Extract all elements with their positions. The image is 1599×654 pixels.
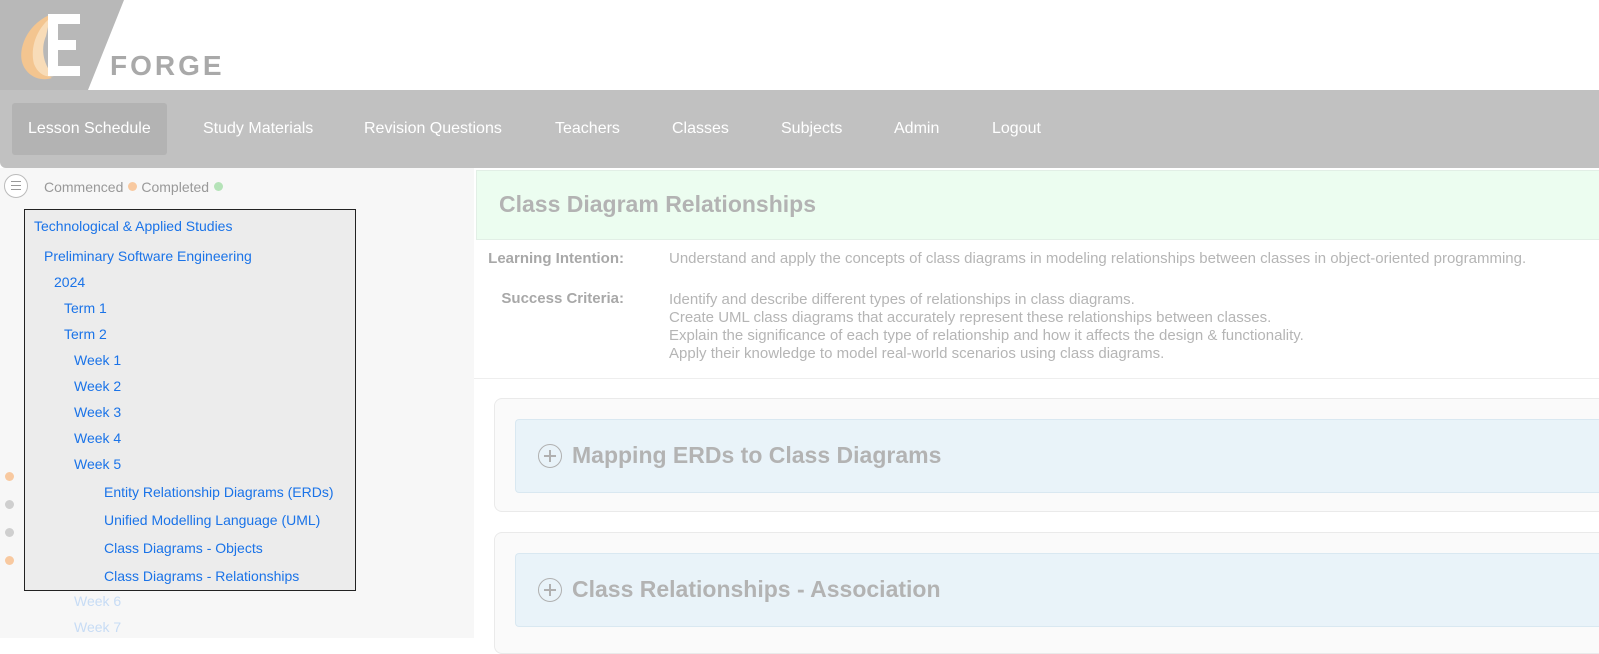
forge-logo[interactable]: FORGE xyxy=(0,0,250,90)
lesson-title: Class Diagram Relationships xyxy=(499,191,816,217)
section-card: Mapping ERDs to Class Diagrams xyxy=(494,398,1599,512)
tree-week-5[interactable]: Week 5 xyxy=(74,456,121,472)
tree-term-1[interactable]: Term 1 xyxy=(64,300,107,316)
section-title: Class Relationships - Association xyxy=(572,576,941,602)
success-criteria-list: Identify and describe different types of… xyxy=(669,291,1304,363)
learning-intention-label: Learning Intention: xyxy=(488,250,624,267)
tree-lesson-uml[interactable]: Unified Modelling Language (UML) xyxy=(104,512,320,528)
nav-admin[interactable]: Admin xyxy=(878,103,955,155)
tree-week-1[interactable]: Week 1 xyxy=(74,352,121,368)
brand-name: FORGE xyxy=(110,50,225,81)
tree-lesson-erds[interactable]: Entity Relationship Diagrams (ERDs) xyxy=(104,484,334,500)
course-tree: Technological & Applied Studies Prelimin… xyxy=(24,209,356,591)
status-dot-commenced xyxy=(5,472,14,481)
tree-faculty[interactable]: Technological & Applied Studies xyxy=(34,218,232,234)
success-criteria-label: Success Criteria: xyxy=(501,290,624,307)
tree-course[interactable]: Preliminary Software Engineering xyxy=(44,248,252,264)
status-dot-none xyxy=(5,500,14,509)
status-legend: Commenced Completed xyxy=(44,179,227,195)
status-dot-none xyxy=(5,528,14,537)
nav-lesson-schedule[interactable]: Lesson Schedule xyxy=(12,103,167,155)
nav-revision-questions[interactable]: Revision Questions xyxy=(348,103,518,155)
tree-lesson-class-relationships[interactable]: Class Diagrams - Relationships xyxy=(104,568,299,584)
tree-week-7[interactable]: Week 7 xyxy=(74,619,121,635)
app-header: FORGE xyxy=(0,0,1599,90)
section-card: Class Relationships - Association xyxy=(494,532,1599,654)
expand-plus-icon[interactable] xyxy=(538,578,562,602)
tree-week-2[interactable]: Week 2 xyxy=(74,378,121,394)
expand-plus-icon[interactable] xyxy=(538,444,562,468)
legend-commenced-label: Commenced xyxy=(44,179,124,195)
completed-dot-icon xyxy=(214,182,224,191)
success-criterion: Explain the significance of each type of… xyxy=(669,327,1304,344)
section-header-mapping-erds[interactable]: Mapping ERDs to Class Diagrams xyxy=(515,419,1599,493)
tree-term-2[interactable]: Term 2 xyxy=(64,326,107,342)
nav-classes[interactable]: Classes xyxy=(656,103,745,155)
section-header-association[interactable]: Class Relationships - Association xyxy=(515,553,1599,627)
nav-teachers[interactable]: Teachers xyxy=(539,103,636,155)
nav-study-materials[interactable]: Study Materials xyxy=(187,103,329,155)
learning-intention-text: Understand and apply the concepts of cla… xyxy=(669,250,1527,267)
tree-week-4[interactable]: Week 4 xyxy=(74,430,121,446)
lesson-title-bar: Class Diagram Relationships xyxy=(476,170,1599,240)
status-dot-commenced xyxy=(5,556,14,565)
tree-week-6[interactable]: Week 6 xyxy=(74,593,121,609)
lesson-content: Class Diagram Relationships Learning Int… xyxy=(474,168,1599,654)
main-nav: Lesson Schedule Study Materials Revision… xyxy=(0,90,1599,168)
tree-year[interactable]: 2024 xyxy=(54,274,85,290)
success-criterion: Identify and describe different types of… xyxy=(669,291,1135,308)
tree-week-3[interactable]: Week 3 xyxy=(74,404,121,420)
section-title: Mapping ERDs to Class Diagrams xyxy=(572,442,942,468)
commenced-dot-icon xyxy=(128,182,138,191)
success-criterion: Create UML class diagrams that accuratel… xyxy=(669,309,1272,326)
section-divider xyxy=(474,378,1599,379)
nav-subjects[interactable]: Subjects xyxy=(765,103,858,155)
lesson-sidebar: Commenced Completed Technological & Appli… xyxy=(0,168,474,638)
legend-completed-label: Completed xyxy=(141,179,210,195)
menu-toggle-icon[interactable] xyxy=(4,174,28,198)
tree-lesson-class-objects[interactable]: Class Diagrams - Objects xyxy=(104,540,263,556)
nav-logout[interactable]: Logout xyxy=(976,103,1057,155)
success-criterion: Apply their knowledge to model real-worl… xyxy=(669,345,1165,362)
